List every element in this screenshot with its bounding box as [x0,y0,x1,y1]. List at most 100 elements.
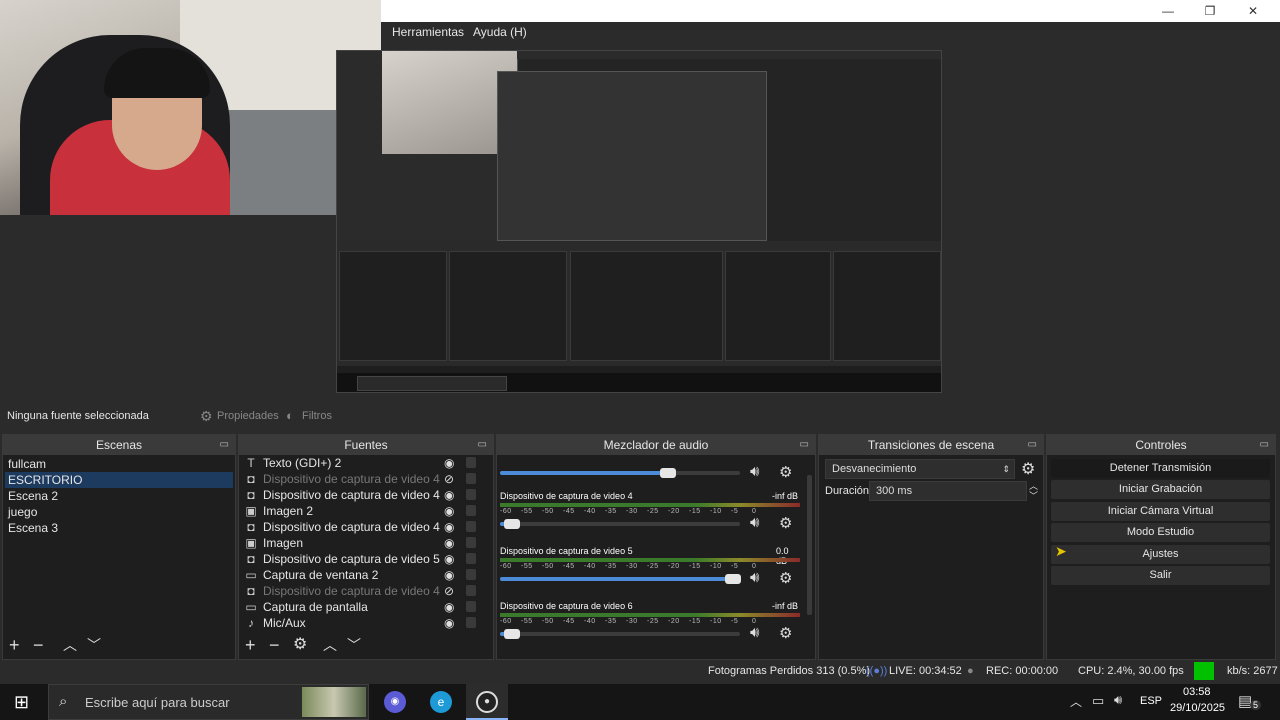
start-virtual-camera-button[interactable]: Iniciar Cámara Virtual [1051,502,1270,521]
visibility-eye-icon[interactable]: ⊘ [444,583,454,599]
no-source-label: Ninguna fuente seleccionada [7,410,149,422]
preview-canvas[interactable] [336,50,942,393]
source-row[interactable]: ◘ Dispositivo de captura de video 5 ◉ [241,551,477,567]
menu-tools[interactable]: Herramientas [392,25,464,39]
obs-taskbar-item[interactable]: ● [466,684,508,720]
properties-button[interactable]: Propiedades [217,410,279,422]
gear-icon[interactable]: ⚙ [779,569,792,587]
scene-move-down-button[interactable]: ﹀ [87,635,101,655]
chevron-up-icon[interactable]: ︿ [1070,693,1082,710]
lock-icon[interactable] [466,537,476,548]
transition-select[interactable]: Desvanecimiento ⇕ [825,459,1015,479]
lock-icon[interactable] [466,457,476,468]
remove-scene-button[interactable]: − [33,635,44,655]
gear-icon[interactable]: ⚙ [779,514,792,532]
undock-icon[interactable]: ▭ [800,435,809,455]
remove-source-button[interactable]: − [269,635,280,655]
speaker-icon[interactable]: 🔊︎ [750,569,759,586]
undock-icon[interactable]: ▭ [1260,435,1269,455]
source-row[interactable]: ▭ Captura de pantalla ◉ [241,599,477,615]
mixer-scrollbar[interactable] [807,475,812,615]
duration-input[interactable]: 300 ms [869,481,1027,501]
lock-icon[interactable] [466,569,476,580]
scene-item[interactable]: Escena 2 [5,488,233,504]
volume-slider[interactable] [500,629,740,639]
volume-slider-knob[interactable] [724,574,741,584]
visibility-eye-icon[interactable]: ◉ [444,551,454,567]
volume-slider[interactable] [500,574,741,584]
lock-icon[interactable] [466,585,476,596]
lock-icon[interactable] [466,473,476,484]
windows-start-icon[interactable]: ⊞ [14,692,29,713]
source-label: Dispositivo de captura de video 5 [263,552,440,566]
edge-browser-icon[interactable]: e [430,691,452,713]
speaker-icon[interactable]: 🔊︎ [750,624,759,641]
source-row[interactable]: ◘ Dispositivo de captura de video 4 ⊘ [241,471,477,487]
source-row[interactable]: ◘ Dispositivo de captura de video 4 ◉ [241,519,477,535]
taskbar-search-box[interactable]: ⌕ Escribe aquí para buscar [48,684,369,720]
close-button[interactable]: ✕ [1244,2,1262,20]
transition-settings-gear-icon[interactable]: ⚙ [1021,459,1035,479]
scene-move-up-button[interactable]: ︿ [63,635,77,655]
source-row[interactable]: ▭ Captura de ventana 2 ◉ [241,567,477,583]
lock-icon[interactable] [466,601,476,612]
source-row[interactable]: ▣ Imagen ◉ [241,535,477,551]
visibility-eye-icon[interactable]: ◉ [444,535,454,551]
visibility-eye-icon[interactable]: ◉ [444,503,454,519]
volume-icon[interactable]: 🔊︎ [1114,692,1122,708]
restore-button[interactable]: ❐ [1201,2,1219,20]
menu-help[interactable]: Ayuda (H) [473,25,527,39]
language-indicator[interactable]: ESP [1140,695,1162,707]
scene-item[interactable]: ESCRITORIO [5,472,233,488]
scene-item[interactable]: juego [5,504,233,520]
scene-item[interactable]: fullcam [5,456,233,472]
source-row[interactable]: ♪ Mic/Aux ◉ [241,615,477,631]
lock-icon[interactable] [466,489,476,500]
speaker-icon[interactable]: 🔊︎ [750,463,759,480]
source-properties-gear-icon[interactable]: ⚙ [293,635,307,655]
minimize-button[interactable]: — [1159,2,1177,20]
exit-button[interactable]: Salir [1051,566,1270,585]
volume-slider-knob[interactable] [504,629,520,639]
studio-mode-button[interactable]: Modo Estudio [1051,523,1270,542]
source-move-up-button[interactable]: ︿ [323,635,337,655]
undock-icon[interactable]: ▭ [478,435,487,455]
source-row[interactable]: ◘ Dispositivo de captura de video 4 ⊘ [241,583,477,599]
source-row[interactable]: ▣ Imagen 2 ◉ [241,503,477,519]
lock-icon[interactable] [466,553,476,564]
top-volume-slider[interactable] [500,468,740,478]
start-recording-button[interactable]: Iniciar Grabación [1051,480,1270,499]
discord-app-icon[interactable]: ◉ [384,691,406,713]
lock-icon[interactable] [466,505,476,516]
visibility-eye-icon[interactable]: ◉ [444,615,454,631]
gear-icon[interactable]: ⚙ [779,624,792,642]
volume-slider[interactable] [500,519,740,529]
undock-icon[interactable]: ▭ [220,435,229,455]
lock-icon[interactable] [466,521,476,532]
source-row[interactable]: T Texto (GDI+) 2 ◉ [241,455,477,471]
visibility-eye-icon[interactable]: ◉ [444,567,454,583]
volume-slider-knob[interactable] [504,519,520,529]
transitions-title: Transiciones de escena [867,438,995,452]
lock-icon[interactable] [466,617,476,628]
source-row[interactable]: ◘ Dispositivo de captura de video 4 ◉ [241,487,477,503]
scene-item[interactable]: Escena 3 [5,520,233,536]
settings-button[interactable]: Ajustes [1051,545,1270,564]
visibility-eye-icon[interactable]: ◉ [444,519,454,535]
undock-icon[interactable]: ▭ [1028,435,1037,455]
network-icon[interactable]: ▭ [1092,693,1104,709]
add-scene-button[interactable]: + [9,635,20,655]
clock-time[interactable]: 03:58 [1183,686,1211,698]
filters-button[interactable]: Filtros [302,410,332,422]
gear-icon[interactable]: ⚙ [779,463,792,481]
speaker-icon[interactable]: 🔊︎ [750,514,759,531]
visibility-eye-icon[interactable]: ◉ [444,455,454,471]
add-source-button[interactable]: + [245,635,256,655]
visibility-eye-icon[interactable]: ◉ [444,599,454,615]
source-move-down-button[interactable]: ﹀ [347,635,361,655]
clock-date[interactable]: 29/10/2025 [1170,702,1225,714]
stop-stream-button[interactable]: Detener Transmisión [1051,459,1270,478]
duration-stepper[interactable]: ︿ ﹀ [1029,481,1038,501]
visibility-eye-icon[interactable]: ◉ [444,487,454,503]
visibility-eye-icon[interactable]: ⊘ [444,471,454,487]
